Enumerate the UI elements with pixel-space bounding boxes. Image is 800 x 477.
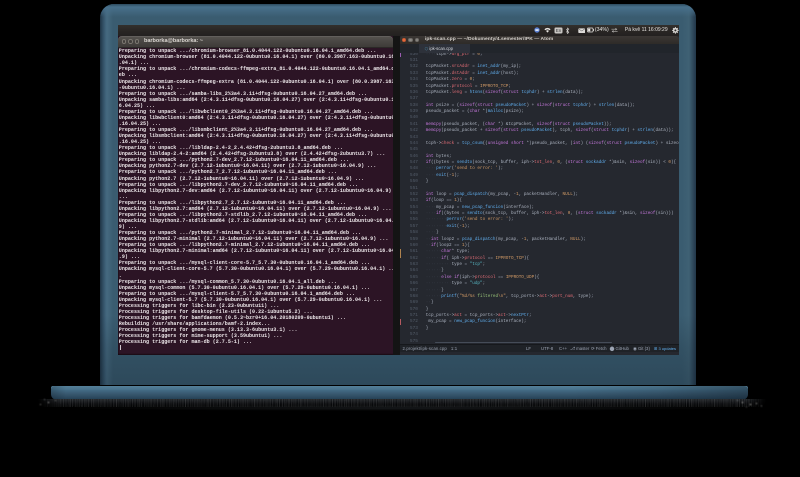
svg-text:En: En xyxy=(556,28,562,33)
